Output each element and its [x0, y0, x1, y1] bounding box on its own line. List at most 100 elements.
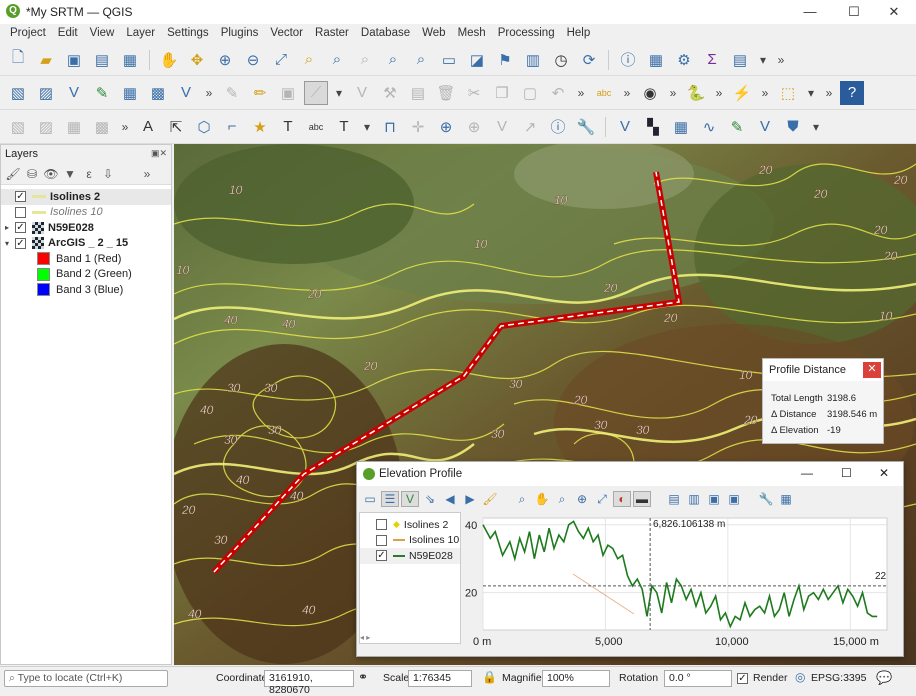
- collapse-arrow-icon[interactable]: ▾: [5, 239, 15, 248]
- help-icon[interactable]: ?: [840, 80, 864, 105]
- add-group-icon[interactable]: ⛁: [24, 167, 40, 181]
- layer-item-isolines-2[interactable]: ✓ Isolines 2: [1, 189, 171, 205]
- python-icon[interactable]: 🐍: [684, 81, 708, 105]
- menu-layer[interactable]: Layer: [120, 24, 161, 44]
- expand-arrow-icon[interactable]: ▸: [5, 223, 15, 232]
- zoom-last-icon[interactable]: ⌕: [381, 48, 405, 72]
- identify-icon[interactable]: ⓘ: [616, 48, 640, 72]
- pan-to-selection-icon[interactable]: ✥: [185, 48, 209, 72]
- snapping-icon[interactable]: ⊕: [462, 115, 486, 139]
- legend-checkbox[interactable]: [376, 519, 387, 531]
- filter-icon[interactable]: ▼: [62, 167, 78, 181]
- menu-plugins[interactable]: Plugins: [215, 24, 265, 44]
- visibility-eye-icon[interactable]: 👁: [43, 167, 59, 181]
- elevation-chart-svg[interactable]: 6,826.106138 m 22 40 20 0 m 5,000 10,000…: [463, 512, 901, 654]
- plugin-icon[interactable]: ⚡: [730, 81, 754, 105]
- wrench-icon[interactable]: 🔧: [574, 115, 598, 139]
- menu-mesh[interactable]: Mesh: [452, 24, 492, 44]
- filter-expression-icon[interactable]: ε: [81, 167, 97, 181]
- more-tools-icon[interactable]: »: [822, 86, 836, 100]
- menu-processing[interactable]: Processing: [492, 24, 561, 44]
- raster-calc-icon[interactable]: ▚: [641, 115, 665, 139]
- layer-item-arcgis[interactable]: ▾ ✓ ArcGIS _ 2 _ 15: [1, 236, 171, 252]
- minimize-button[interactable]: —: [790, 2, 830, 22]
- options-icon[interactable]: ▦: [777, 492, 795, 506]
- show-bookmarks-icon[interactable]: ▥: [521, 48, 545, 72]
- settings-wrench-icon[interactable]: 🔧: [757, 492, 775, 506]
- distance-measure-icon[interactable]: ▬: [633, 491, 651, 507]
- messages-icon[interactable]: 💬: [876, 670, 892, 686]
- modify-attributes-icon[interactable]: ▤: [406, 81, 430, 105]
- paste-features-icon[interactable]: ▢: [518, 81, 542, 105]
- add-raster-layer-icon[interactable]: ▩: [146, 81, 170, 105]
- render-checkbox[interactable]: ✓: [737, 673, 748, 684]
- layer-checkbox[interactable]: ✓: [15, 237, 26, 249]
- vertex-editor-icon[interactable]: ⚒: [378, 81, 402, 105]
- close-window-button[interactable]: ✕: [874, 2, 914, 22]
- legend-scrollbar[interactable]: ◂ ▸: [360, 633, 460, 643]
- pin-labels-icon[interactable]: ⊓: [378, 115, 402, 139]
- lock-icon[interactable]: 🔒: [482, 670, 497, 684]
- shield-icon[interactable]: ⛊: [781, 115, 805, 139]
- add-delimited-text-icon[interactable]: ✎: [90, 81, 114, 105]
- pan-hand-icon[interactable]: ✋: [533, 492, 551, 506]
- legend-item-n59e028[interactable]: ✓ N59E028: [360, 548, 460, 564]
- identify-icon[interactable]: ⌕: [513, 492, 531, 507]
- layer-item-isolines-10[interactable]: Isolines 10: [1, 205, 171, 221]
- more-tools-icon[interactable]: »: [758, 86, 772, 100]
- menu-help[interactable]: Help: [561, 24, 597, 44]
- more-tools-icon[interactable]: »: [774, 53, 788, 67]
- zoom-next-icon[interactable]: ⌕: [409, 48, 433, 72]
- nudge-right-icon[interactable]: ▶: [461, 492, 479, 506]
- zoom-selection-icon[interactable]: ⌕: [297, 48, 321, 72]
- chevron-down-icon[interactable]: ▾: [360, 120, 374, 134]
- close-window-button[interactable]: ✕: [879, 466, 889, 480]
- chevron-down-icon[interactable]: ▾: [809, 120, 823, 134]
- more-tools-icon[interactable]: »: [666, 86, 680, 100]
- menu-project[interactable]: Project: [4, 24, 52, 44]
- crs-globe-icon[interactable]: ◎: [795, 670, 805, 684]
- save-edits-icon[interactable]: ▣: [276, 81, 300, 105]
- more-tools-icon[interactable]: »: [139, 167, 155, 181]
- legend-checkbox[interactable]: [376, 534, 387, 546]
- crs-label[interactable]: EPSG:3395: [811, 672, 866, 684]
- crosshair-icon[interactable]: ✛: [406, 115, 430, 139]
- legend-checkbox[interactable]: ✓: [376, 550, 387, 562]
- zoom-layer-icon[interactable]: ⌕: [325, 48, 349, 72]
- zoom-out-icon[interactable]: ⊖: [241, 48, 265, 72]
- profile-tool-icon[interactable]: ∿: [697, 115, 721, 139]
- node-tool-icon[interactable]: ⬡: [192, 115, 216, 139]
- magnifier-field[interactable]: 100%: [542, 670, 610, 687]
- more-tools-icon[interactable]: »: [712, 86, 726, 100]
- vector-edit-icon[interactable]: V: [753, 115, 777, 139]
- zoom-native-icon[interactable]: ⌕: [353, 48, 377, 72]
- elevation-profile-chart[interactable]: 6,826.106138 m 22 40 20 0 m 5,000 10,000…: [463, 512, 901, 654]
- info-icon[interactable]: ⓘ: [546, 115, 570, 139]
- menu-view[interactable]: View: [84, 24, 121, 44]
- nudge-left-icon[interactable]: ◀: [441, 492, 459, 506]
- reshape-icon[interactable]: ▩: [90, 115, 114, 139]
- save-icon[interactable]: ▣: [725, 492, 743, 506]
- add-mesh-layer-icon[interactable]: ▦: [118, 81, 142, 105]
- save-as-icon[interactable]: ▤: [90, 48, 114, 72]
- vector-tool-icon[interactable]: V: [613, 115, 637, 139]
- close-icon[interactable]: ✕: [863, 362, 881, 378]
- menu-raster[interactable]: Raster: [309, 24, 355, 44]
- data-source-manager-icon[interactable]: ▧: [6, 81, 30, 105]
- simplify-icon[interactable]: ▦: [62, 115, 86, 139]
- zoom-full-icon[interactable]: ⤢: [269, 48, 293, 72]
- zoom-in-icon[interactable]: ⊕: [573, 492, 591, 506]
- text-tool-icon[interactable]: T: [276, 115, 300, 139]
- menu-vector[interactable]: Vector: [264, 24, 309, 44]
- new-geopackage-icon[interactable]: ▨: [34, 81, 58, 105]
- raster-grid-icon[interactable]: ▦: [669, 115, 693, 139]
- cut-features-icon[interactable]: ✂: [462, 81, 486, 105]
- delete-selected-icon[interactable]: 🗑: [434, 81, 458, 105]
- more-tools-icon[interactable]: »: [118, 120, 132, 134]
- toolbox-gear-icon[interactable]: ⚙: [672, 48, 696, 72]
- polyline-tool-icon[interactable]: ⌐: [220, 115, 244, 139]
- new-map-view-icon[interactable]: ▭: [437, 48, 461, 72]
- select-features-icon[interactable]: ⬚: [776, 81, 800, 105]
- vertex-tool-icon[interactable]: V: [350, 81, 374, 105]
- layer-checkbox[interactable]: ✓: [15, 191, 26, 203]
